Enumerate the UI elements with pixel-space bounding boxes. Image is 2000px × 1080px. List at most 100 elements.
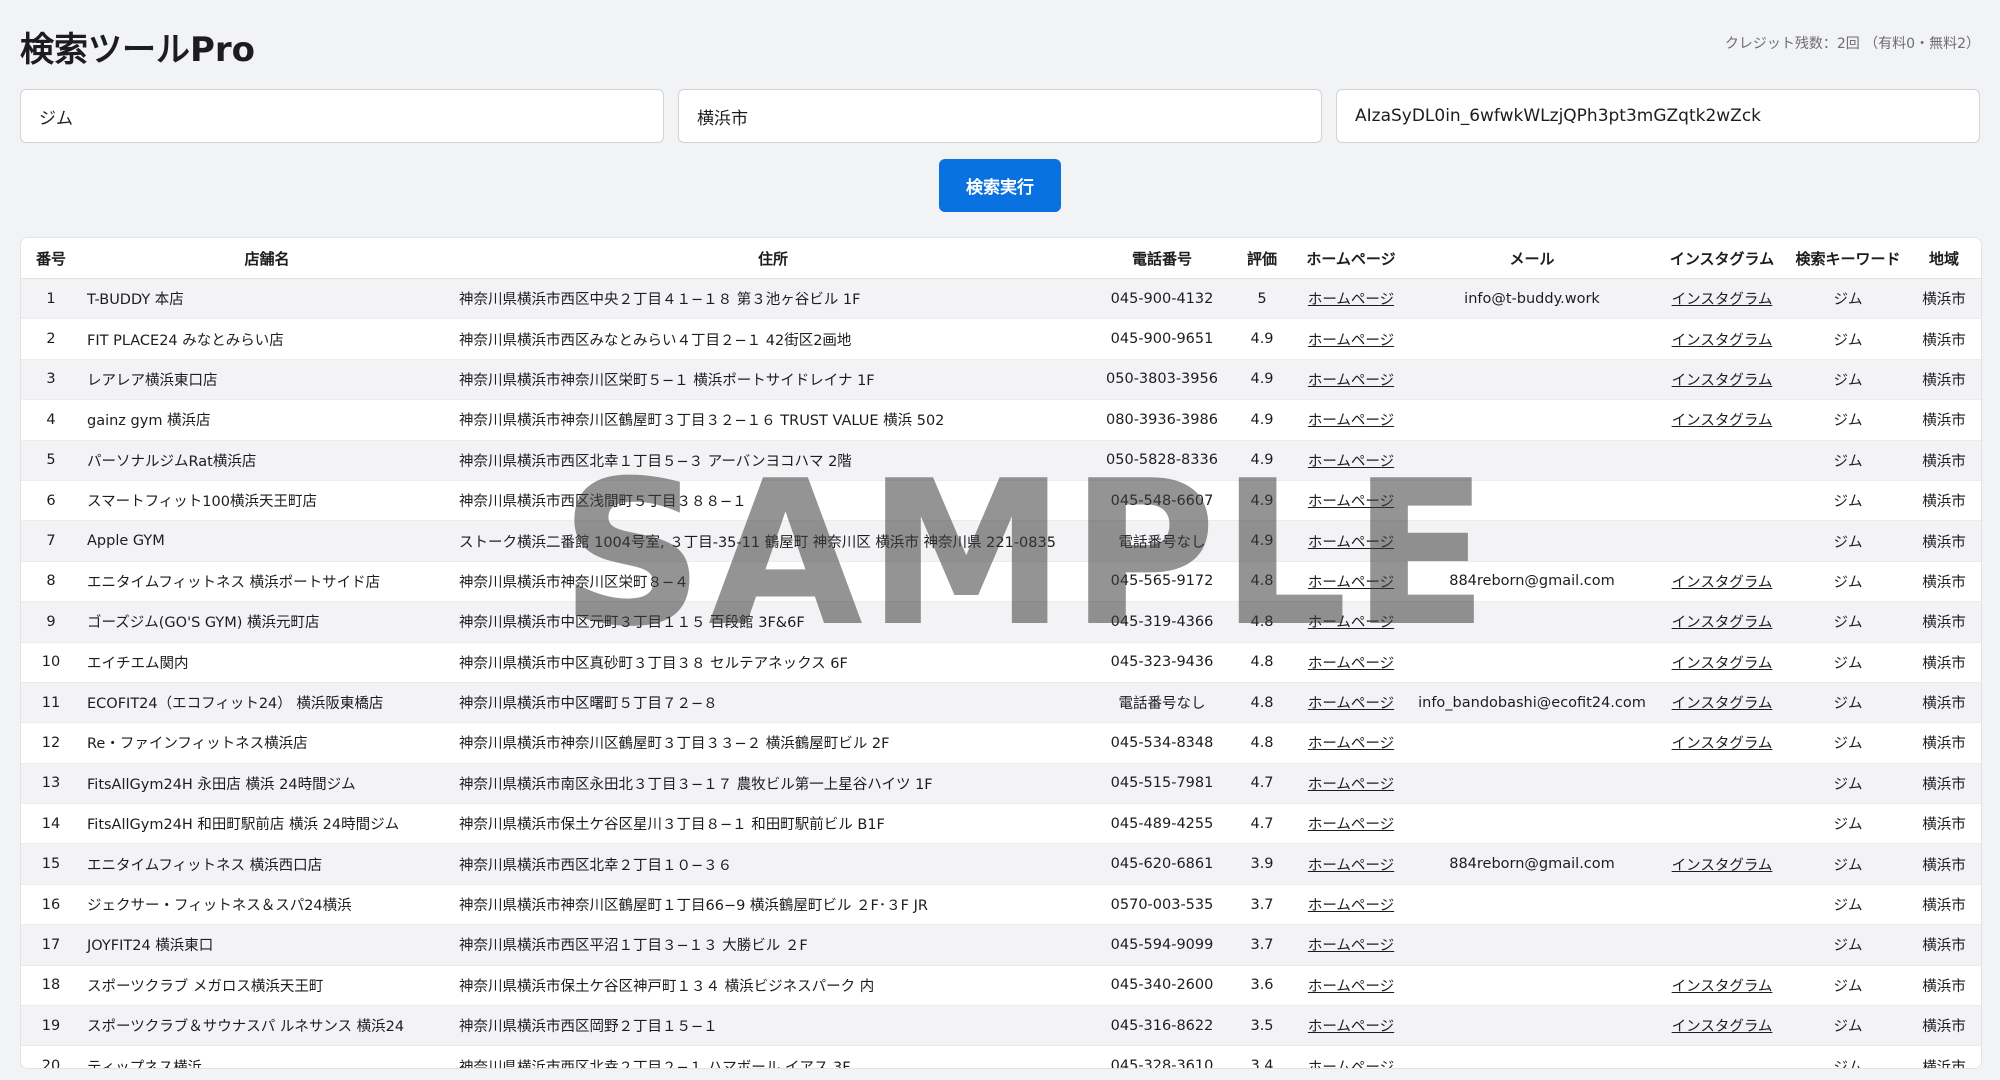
- homepage-link[interactable]: ホームページ: [1308, 535, 1394, 551]
- cell-number: 4: [21, 399, 81, 441]
- homepage-link[interactable]: ホームページ: [1308, 575, 1394, 591]
- cell-area: 横浜市: [1907, 561, 1981, 603]
- column-header-store-name[interactable]: 店舗名: [81, 238, 453, 279]
- homepage-link[interactable]: ホームページ: [1308, 494, 1394, 510]
- homepage-link[interactable]: ホームページ: [1308, 898, 1394, 914]
- cell-store-name: Apple GYM: [81, 520, 453, 562]
- instagram-link[interactable]: インスタグラム: [1672, 333, 1773, 349]
- table-row: 9 ゴーズジム(GO'S GYM) 横浜元町店 神奈川県横浜市中区元町３丁目１１５ …: [21, 601, 1981, 643]
- instagram-link[interactable]: インスタグラム: [1672, 615, 1773, 631]
- keyword-input[interactable]: [20, 89, 664, 143]
- column-header-homepage[interactable]: ホームページ: [1293, 238, 1409, 279]
- instagram-cell: [1655, 1045, 1789, 1068]
- instagram-cell: インスタグラム: [1655, 965, 1789, 1007]
- cell-keyword: ジム: [1789, 278, 1907, 320]
- homepage-link[interactable]: ホームページ: [1308, 858, 1394, 874]
- instagram-link[interactable]: インスタグラム: [1672, 696, 1773, 712]
- column-header-area[interactable]: 地域: [1907, 238, 1981, 279]
- cell-area: 横浜市: [1907, 601, 1981, 643]
- cell-rating: 4.9: [1231, 440, 1293, 481]
- instagram-link[interactable]: インスタグラム: [1672, 736, 1773, 752]
- cell-keyword: ジム: [1789, 722, 1907, 764]
- cell-address: 神奈川県横浜市保土ケ谷区星川３丁目８−１ 和田町駅前ビル B1F: [453, 803, 1093, 845]
- cell-address: 神奈川県横浜市西区北幸１丁目５−３ アーバンヨコハマ 2階: [453, 440, 1093, 481]
- cell-address: 神奈川県横浜市西区岡野２丁目１５−１: [453, 1005, 1093, 1047]
- instagram-link[interactable]: インスタグラム: [1672, 1019, 1773, 1035]
- cell-number: 5: [21, 440, 81, 481]
- cell-phone: 電話番号なし: [1093, 682, 1231, 724]
- homepage-link[interactable]: ホームページ: [1308, 938, 1394, 954]
- homepage-link[interactable]: ホームページ: [1308, 736, 1394, 752]
- homepage-cell: ホームページ: [1293, 440, 1409, 481]
- homepage-cell: ホームページ: [1293, 843, 1409, 885]
- cell-store-name: ジェクサー・フィットネス＆スパ24横浜: [81, 884, 453, 926]
- cell-number: 10: [21, 642, 81, 683]
- homepage-link[interactable]: ホームページ: [1308, 777, 1394, 793]
- cell-email: [1409, 803, 1655, 845]
- cell-rating: 3.6: [1231, 965, 1293, 1007]
- homepage-link[interactable]: ホームページ: [1308, 454, 1394, 470]
- homepage-link[interactable]: ホームページ: [1308, 292, 1394, 308]
- instagram-link[interactable]: インスタグラム: [1672, 858, 1773, 874]
- homepage-link[interactable]: ホームページ: [1308, 656, 1394, 672]
- homepage-link[interactable]: ホームページ: [1308, 615, 1394, 631]
- cell-number: 19: [21, 1005, 81, 1047]
- column-header-instagram[interactable]: インスタグラム: [1655, 238, 1789, 279]
- column-header-address[interactable]: 住所: [453, 238, 1093, 279]
- instagram-link[interactable]: インスタグラム: [1672, 575, 1773, 591]
- instagram-link[interactable]: インスタグラム: [1672, 292, 1773, 308]
- column-header-keyword[interactable]: 検索キーワード: [1789, 238, 1907, 279]
- instagram-link[interactable]: インスタグラム: [1672, 979, 1773, 995]
- homepage-link[interactable]: ホームページ: [1308, 696, 1394, 712]
- homepage-cell: ホームページ: [1293, 924, 1409, 966]
- homepage-cell: ホームページ: [1293, 278, 1409, 320]
- homepage-cell: ホームページ: [1293, 359, 1409, 401]
- instagram-link[interactable]: インスタグラム: [1672, 413, 1773, 429]
- cell-phone: 045-316-8622: [1093, 1005, 1231, 1047]
- cell-address: 神奈川県横浜市中区曙町５丁目７２−８: [453, 682, 1093, 724]
- cell-rating: 4.9: [1231, 520, 1293, 562]
- cell-number: 7: [21, 520, 81, 562]
- cell-area: 横浜市: [1907, 399, 1981, 441]
- homepage-link[interactable]: ホームページ: [1308, 373, 1394, 389]
- instagram-link[interactable]: インスタグラム: [1672, 373, 1773, 389]
- homepage-link[interactable]: ホームページ: [1308, 1060, 1394, 1068]
- homepage-link[interactable]: ホームページ: [1308, 817, 1394, 833]
- cell-address: 神奈川県横浜市西区中央２丁目４１−１８ 第３池ヶ谷ビル 1F: [453, 278, 1093, 320]
- table-row: 2 FIT PLACE24 みなとみらい店 神奈川県横浜市西区みなとみらい４丁目２−…: [21, 318, 1981, 360]
- homepage-link[interactable]: ホームページ: [1308, 413, 1394, 429]
- homepage-cell: ホームページ: [1293, 763, 1409, 805]
- cell-area: 横浜市: [1907, 803, 1981, 845]
- cell-rating: 4.8: [1231, 722, 1293, 764]
- cell-area: 横浜市: [1907, 480, 1981, 522]
- api-key-input[interactable]: [1336, 89, 1980, 143]
- cell-area: 横浜市: [1907, 682, 1981, 724]
- cell-phone: 045-534-8348: [1093, 722, 1231, 764]
- table-row: 10 エイチエム関内 神奈川県横浜市中区真砂町３丁目３８ セルテアネックス 6F 04…: [21, 642, 1981, 683]
- cell-keyword: ジム: [1789, 924, 1907, 966]
- homepage-link[interactable]: ホームページ: [1308, 979, 1394, 995]
- cell-rating: 4.8: [1231, 601, 1293, 643]
- column-header-rating[interactable]: 評価: [1231, 238, 1293, 279]
- cell-address: 神奈川県横浜市保土ケ谷区神戸町１３４ 横浜ビジネスパーク 内: [453, 965, 1093, 1007]
- column-header-phone[interactable]: 電話番号: [1093, 238, 1231, 279]
- cell-address: 神奈川県横浜市神奈川区鶴屋町３丁目３３−２ 横浜鶴屋町ビル 2F: [453, 722, 1093, 764]
- column-header-email[interactable]: メール: [1409, 238, 1655, 279]
- cell-email: [1409, 399, 1655, 441]
- search-run-button[interactable]: 検索実行: [939, 159, 1061, 212]
- cell-keyword: ジム: [1789, 1045, 1907, 1068]
- cell-area: 横浜市: [1907, 843, 1981, 885]
- area-input[interactable]: [678, 89, 1322, 143]
- cell-number: 12: [21, 722, 81, 764]
- instagram-cell: インスタグラム: [1655, 561, 1789, 603]
- cell-store-name: ECOFIT24（エコフィット24） 横浜阪東橋店: [81, 682, 453, 724]
- cell-store-name: エイチエム関内: [81, 642, 453, 683]
- homepage-link[interactable]: ホームページ: [1308, 1019, 1394, 1035]
- homepage-cell: ホームページ: [1293, 722, 1409, 764]
- homepage-link[interactable]: ホームページ: [1308, 333, 1394, 349]
- homepage-cell: ホームページ: [1293, 601, 1409, 643]
- instagram-link[interactable]: インスタグラム: [1672, 656, 1773, 672]
- cell-address: 神奈川県横浜市神奈川区鶴屋町１丁目66−9 横浜鶴屋町ビル ２F･３F JR: [453, 884, 1093, 926]
- cell-rating: 4.9: [1231, 318, 1293, 360]
- column-header-number[interactable]: 番号: [21, 238, 81, 279]
